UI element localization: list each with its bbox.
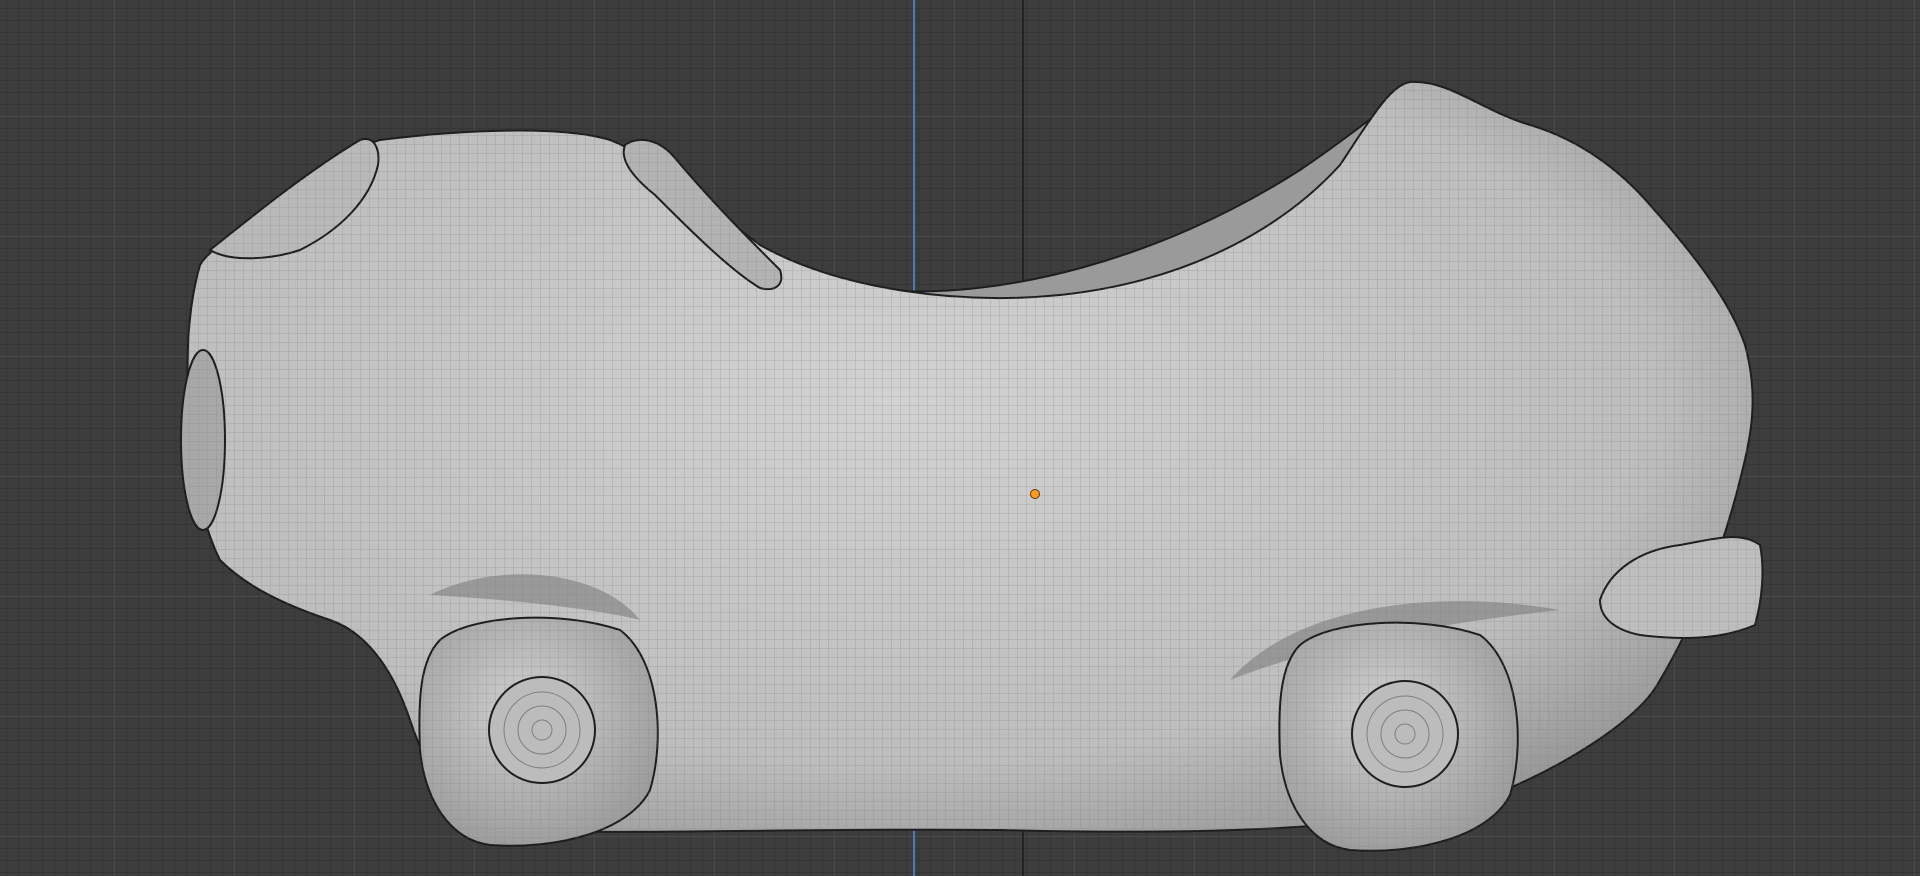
object-origin-dot[interactable] [1030, 489, 1040, 499]
wheel-right [1278, 621, 1519, 852]
mesh-object[interactable] [0, 0, 1920, 876]
3d-viewport[interactable] [0, 0, 1920, 876]
wheel-left [418, 616, 659, 847]
